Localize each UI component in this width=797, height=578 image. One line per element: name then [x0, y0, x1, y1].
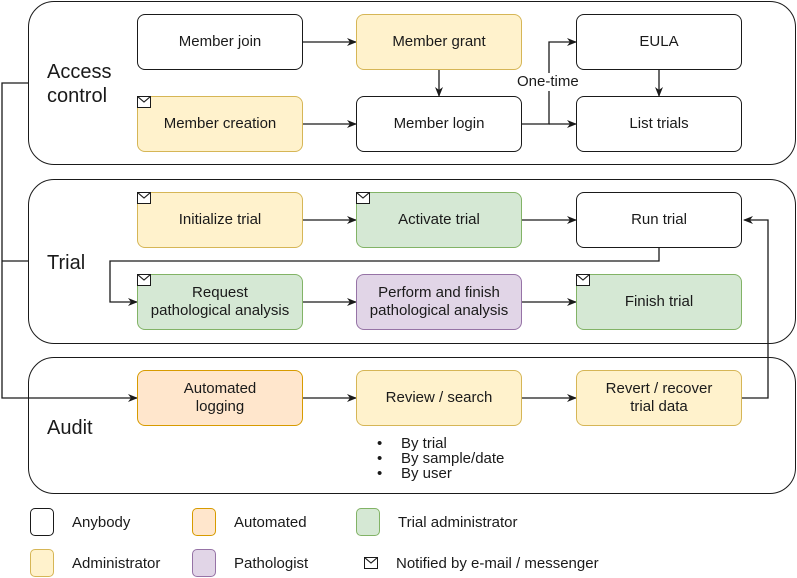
node-run-trial[interactable]: Run trial — [576, 192, 742, 248]
node-request-analysis[interactable]: Request pathological analysis — [137, 274, 303, 330]
group-label-access-control: Access control — [47, 61, 112, 107]
review-option: By sample/date — [377, 451, 504, 466]
node-automated-logging[interactable]: Automated logging — [137, 370, 303, 426]
legend-swatch-administrator — [30, 549, 54, 577]
legend-swatch-anybody — [30, 508, 54, 536]
legend-automated: Automated — [192, 508, 307, 536]
node-label: Revert / recover trial data — [605, 380, 713, 415]
node-label: Review / search — [385, 389, 493, 406]
node-label: Perform and finish pathological analysis — [369, 284, 509, 319]
legend-anybody: Anybody — [30, 508, 130, 536]
legend-notified: Notified by e-mail / messenger — [358, 549, 599, 577]
legend-swatch-pathologist — [192, 549, 216, 577]
legend-trial-administrator: Trial administrator — [356, 508, 517, 536]
node-label: Member login — [393, 115, 485, 132]
node-label: Run trial — [631, 211, 687, 228]
envelope-icon — [576, 274, 590, 286]
node-label: Automated logging — [183, 380, 257, 415]
legend-swatch-automated — [192, 508, 216, 536]
group-label-audit: Audit — [47, 417, 93, 439]
legend-label: Automated — [234, 513, 307, 531]
node-member-grant[interactable]: Member grant — [356, 14, 522, 70]
node-member-login[interactable]: Member login — [356, 96, 522, 152]
legend-label: Pathologist — [234, 554, 309, 572]
envelope-icon — [137, 96, 151, 108]
legend-pathologist: Pathologist — [192, 549, 308, 577]
legend-administrator: Administrator — [30, 549, 160, 577]
node-review-search[interactable]: Review / search — [356, 370, 522, 426]
node-label: Initialize trial — [178, 211, 262, 228]
envelope-icon — [364, 557, 378, 569]
envelope-icon — [137, 192, 151, 204]
node-finish-trial[interactable]: Finish trial — [576, 274, 742, 330]
node-member-creation[interactable]: Member creation — [137, 96, 303, 152]
node-label: Member grant — [392, 33, 486, 50]
node-label: List trials — [629, 115, 689, 132]
group-label-trial: Trial — [47, 252, 86, 274]
legend-label: Administrator — [72, 554, 161, 572]
node-label: EULA — [639, 33, 679, 50]
node-list-trials[interactable]: List trials — [576, 96, 742, 152]
node-label: Member creation — [163, 115, 277, 132]
node-label: Activate trial — [398, 211, 480, 228]
node-member-join[interactable]: Member join — [137, 14, 303, 70]
node-activate-trial[interactable]: Activate trial — [356, 192, 522, 248]
review-options-list: By trial By sample/date By user — [377, 436, 504, 481]
review-option: By user — [377, 466, 504, 481]
legend-label: Trial administrator — [398, 513, 518, 531]
legend-label: Anybody — [72, 513, 131, 531]
edge-label-one-time: One-time — [516, 73, 580, 91]
legend-label: Notified by e-mail / messenger — [396, 554, 599, 572]
legend-swatch-trial-administrator — [356, 508, 380, 536]
node-revert-recover[interactable]: Revert / recover trial data — [576, 370, 742, 426]
envelope-icon — [356, 192, 370, 204]
node-label: Finish trial — [624, 293, 694, 310]
node-perform-analysis[interactable]: Perform and finish pathological analysis — [356, 274, 522, 330]
review-option: By trial — [377, 436, 504, 451]
envelope-icon — [137, 274, 151, 286]
node-label: Member join — [178, 33, 262, 50]
node-label: Request pathological analysis — [150, 284, 290, 319]
node-initialize-trial[interactable]: Initialize trial — [137, 192, 303, 248]
node-eula[interactable]: EULA — [576, 14, 742, 70]
